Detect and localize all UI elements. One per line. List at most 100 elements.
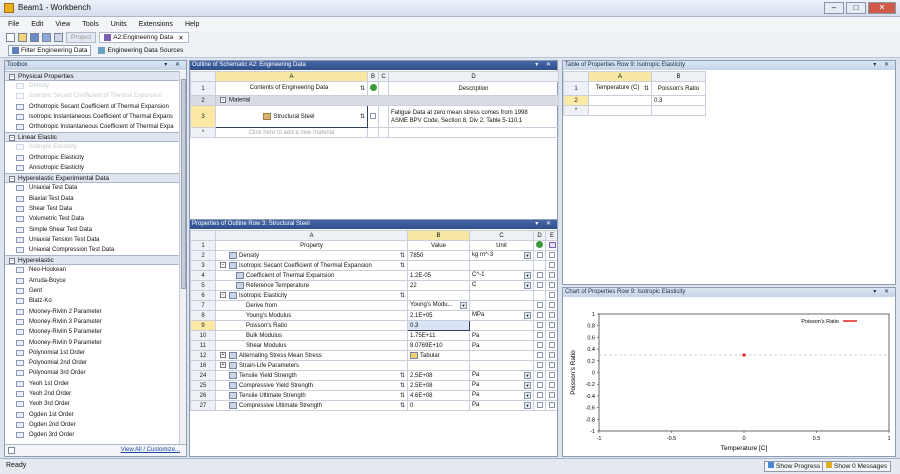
import-icon[interactable]: [54, 33, 63, 42]
property-unit-cell[interactable]: Pa ▼: [469, 380, 534, 391]
unit-dropdown-icon[interactable]: ▼: [524, 272, 531, 279]
sort-icon[interactable]: ⇅: [400, 292, 405, 299]
toolbox-category-hyperelastic[interactable]: − Hyperelastic: [5, 255, 180, 266]
menu-help[interactable]: Help: [185, 21, 199, 28]
property-value-cell[interactable]: [407, 360, 470, 371]
chart-checkbox[interactable]: [549, 382, 555, 389]
toolbox-item-isotropic-instantaneous-coefficient-of-thermal-expans[interactable]: Isotropic Instantaneous Coefficient of T…: [5, 112, 180, 122]
menu-extensions[interactable]: Extensions: [139, 21, 173, 28]
tab-project[interactable]: Project: [66, 32, 97, 43]
menu-tools[interactable]: Tools: [82, 21, 98, 28]
property-row[interactable]: 11 Shear Modulus 8.0769E+10 Pa: [190, 340, 557, 351]
toolbox-item-density[interactable]: Density: [5, 81, 180, 91]
property-value-cell[interactable]: 2.5E+08: [407, 380, 470, 391]
property-name-cell[interactable]: − Isotropic Secant Coefficient of Thermal…: [215, 260, 408, 271]
property-row[interactable]: 6− Isotropic Elasticity ⇅: [190, 290, 557, 301]
property-row[interactable]: 10 Bulk Modulus 1.75E+11 Pa: [190, 330, 557, 341]
property-value-cell[interactable]: 1.2E-05: [407, 270, 470, 281]
property-row[interactable]: 27 Compressive Ultimate Strength ⇅ 0 Pa ▼: [190, 400, 557, 411]
toolbox-category-hyperelastic-experimental-data[interactable]: − Hyperelastic Experimental Data: [5, 173, 180, 184]
show-progress-button[interactable]: Show Progress: [764, 461, 825, 472]
chart-checkbox-cell[interactable]: [545, 400, 557, 411]
panel-controls-icon[interactable]: ▾ ✕: [535, 220, 554, 229]
minimize-button[interactable]: –: [824, 2, 844, 14]
column-header-b[interactable]: B: [407, 230, 470, 241]
chart-checkbox[interactable]: [549, 332, 555, 339]
save-icon[interactable]: [30, 33, 39, 42]
sort-icon[interactable]: ⇅: [400, 372, 405, 379]
toolbox-item-orthotropic-secant-coefficient-of-thermal-expansion[interactable]: Orthotropic Secant Coefficient of Therma…: [5, 102, 180, 112]
property-row[interactable]: 12 + Alternating Stress Mean Stress Tabular: [190, 350, 557, 361]
property-name-cell[interactable]: Reference Temperature: [215, 280, 408, 291]
property-name-cell[interactable]: Compressive Ultimate Strength ⇅: [215, 400, 408, 411]
property-name-cell[interactable]: + Strain-Life Parameters: [215, 360, 408, 371]
chart-checkbox-cell[interactable]: [545, 280, 557, 291]
property-name-cell[interactable]: − Isotropic Elasticity ⇅: [215, 290, 408, 301]
property-name-cell[interactable]: Young's Modulus: [215, 310, 408, 321]
include-checkbox-cell[interactable]: [533, 300, 546, 311]
chart-checkbox-cell[interactable]: [545, 350, 557, 361]
toolbox-item-anisotropic-elasticity[interactable]: Anisotropic Elasticity: [5, 163, 180, 173]
chart-checkbox-cell[interactable]: [545, 310, 557, 321]
chart-checkbox[interactable]: [549, 362, 555, 369]
sort-icon[interactable]: ⇅: [644, 85, 649, 92]
property-name-cell[interactable]: Density ⇅: [215, 250, 408, 261]
toolbox-item-ogden-2nd-order[interactable]: Ogden 2nd Order: [5, 420, 180, 430]
chart-checkbox[interactable]: [549, 322, 555, 329]
chart-checkbox[interactable]: [549, 342, 555, 349]
column-header-a[interactable]: A: [215, 230, 408, 241]
include-checkbox-cell[interactable]: [533, 380, 546, 391]
chart-checkbox[interactable]: [549, 392, 555, 399]
new-row-cell[interactable]: [651, 105, 706, 116]
toolbox-item-isotropic-elasticity[interactable]: Isotropic Elasticity: [5, 142, 180, 152]
library-checkbox-cell[interactable]: [367, 105, 379, 128]
property-value-cell[interactable]: 2.1E+05: [407, 310, 470, 321]
chart-checkbox-cell[interactable]: [545, 260, 557, 271]
menu-file[interactable]: File: [8, 21, 19, 28]
chart-checkbox-cell[interactable]: [545, 290, 557, 301]
include-checkbox-cell[interactable]: [533, 260, 546, 271]
toolbox-item-shear-test-data[interactable]: Shear Test Data: [5, 204, 180, 214]
property-unit-cell[interactable]: Pa ▼: [469, 390, 534, 401]
chart-checkbox-cell[interactable]: [545, 370, 557, 381]
property-value-cell[interactable]: 22: [407, 280, 470, 291]
chart-checkbox[interactable]: [549, 292, 555, 299]
column-header-c[interactable]: C: [378, 71, 389, 82]
toolbox-item-simple-shear-test-data[interactable]: Simple Shear Test Data: [5, 225, 180, 235]
chart-checkbox-cell[interactable]: [545, 320, 557, 331]
toolbox-scroll-thumb[interactable]: [181, 79, 186, 289]
poissons-ratio-cell[interactable]: 0.3: [651, 95, 706, 106]
property-row[interactable]: 7 Derive from Young's Modu... ▼: [190, 300, 557, 311]
include-checkbox-cell[interactable]: [533, 320, 546, 331]
include-checkbox[interactable]: [536, 382, 543, 389]
collapse-icon[interactable]: −: [220, 97, 226, 104]
chart-checkbox-cell[interactable]: [545, 270, 557, 281]
include-checkbox[interactable]: [536, 352, 543, 359]
close-tab-icon[interactable]: ✕: [178, 34, 183, 42]
include-checkbox-cell[interactable]: [533, 400, 546, 411]
property-row[interactable]: 25 Compressive Yield Strength ⇅ 2.5E+08 Pa ▼: [190, 380, 557, 391]
chart-checkbox[interactable]: [549, 372, 555, 379]
include-checkbox[interactable]: [536, 362, 543, 369]
save-as-icon[interactable]: [42, 33, 51, 42]
property-name-cell[interactable]: Shear Modulus: [215, 340, 408, 351]
unit-dropdown-icon[interactable]: ▼: [524, 392, 531, 399]
toolbox-item-mooney-rivlin-3-parameter[interactable]: Mooney-Rivlin 3 Parameter: [5, 317, 180, 327]
include-checkbox-cell[interactable]: [533, 350, 546, 361]
property-unit-cell[interactable]: MPa ▼: [469, 310, 534, 321]
chart-checkbox-cell[interactable]: [545, 390, 557, 401]
toolbox-category-physical-properties[interactable]: − Physical Properties: [5, 71, 180, 81]
toolbox-item-orthotropic-elasticity[interactable]: Orthotropic Elasticity: [5, 153, 180, 163]
chart-checkbox-cell[interactable]: [545, 340, 557, 351]
toolbox-item-polynomial-2nd-order[interactable]: Polynomial 2nd Order: [5, 358, 180, 368]
include-checkbox[interactable]: [536, 322, 543, 329]
property-name-cell[interactable]: Derive from: [215, 300, 408, 311]
include-checkbox[interactable]: [536, 402, 543, 409]
property-name-cell[interactable]: Poisson's Ratio: [215, 320, 408, 331]
column-header-d[interactable]: D: [533, 230, 546, 241]
chart-checkbox-cell[interactable]: [545, 380, 557, 391]
chart-checkbox[interactable]: [549, 312, 555, 319]
property-unit-cell[interactable]: C^-1 ▼: [469, 270, 534, 281]
tab-engineering-data[interactable]: A2:Engineering Data ✕: [99, 32, 189, 43]
property-unit-cell[interactable]: Pa ▼: [469, 370, 534, 381]
